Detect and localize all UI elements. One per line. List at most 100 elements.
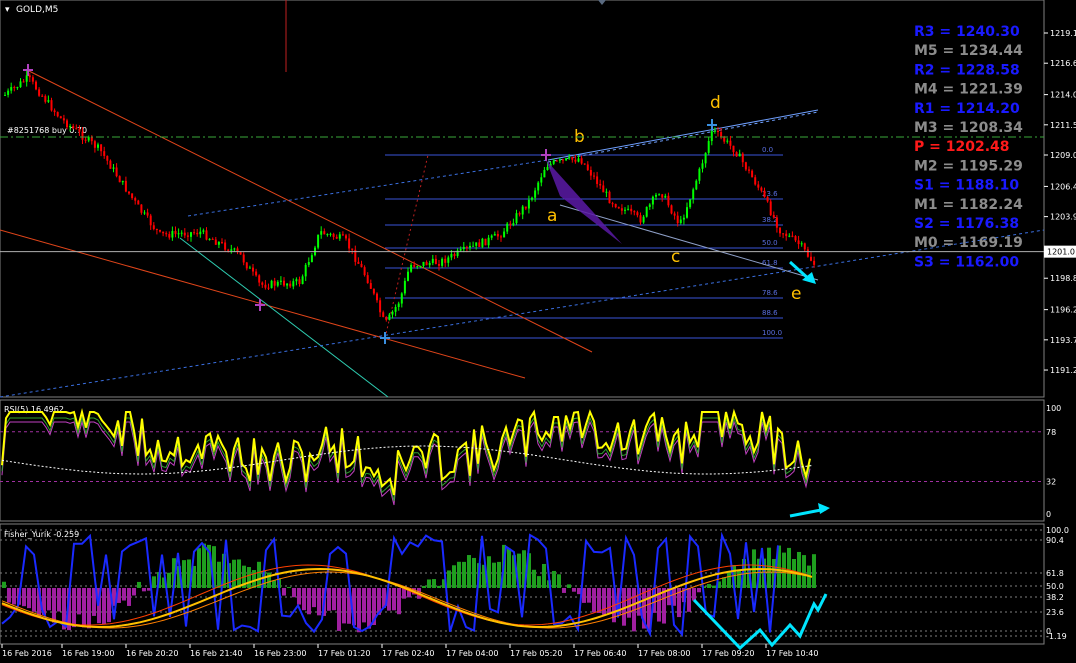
- candle-body: [41, 95, 44, 97]
- rsi-level-label: 100: [1046, 404, 1061, 413]
- fisher-hist-bar: [687, 588, 691, 612]
- trendline[interactable]: [547, 109, 819, 161]
- candle-body: [348, 238, 351, 249]
- candle-body: [190, 232, 192, 237]
- fisher-hist-bar: [337, 588, 341, 631]
- candle-body: [772, 215, 775, 218]
- candle-body: [62, 118, 65, 121]
- candle-body: [19, 81, 22, 88]
- fisher-level-label: 100.0: [1046, 526, 1069, 535]
- fisher-hist-bar: [787, 547, 791, 588]
- candle-body: [785, 233, 788, 237]
- candle-body: [16, 87, 19, 89]
- fisher-hist-bar: [52, 588, 56, 623]
- candle-body: [555, 160, 558, 162]
- candle-body: [134, 198, 137, 201]
- candle-body: [658, 194, 661, 196]
- candle-body: [624, 209, 626, 211]
- fisher-hist-bar: [552, 570, 556, 588]
- fisher-hist-bar: [737, 569, 741, 588]
- candle-body: [459, 249, 462, 251]
- price-tick-label: 1191.2: [1050, 366, 1076, 375]
- candle-body: [35, 81, 37, 90]
- time-tick-label: 16 Feb 23:00: [254, 649, 306, 658]
- candle-body: [152, 225, 155, 229]
- candle-body: [478, 242, 481, 247]
- candle-body: [403, 280, 406, 294]
- fisher-hist-bar: [237, 559, 241, 588]
- fisher-hist-bar: [422, 585, 426, 588]
- candle-body: [252, 267, 254, 272]
- candle-body: [13, 87, 16, 89]
- fisher-hist-bar: [532, 569, 536, 588]
- fisher-hist-bar: [467, 555, 471, 588]
- fisher-zigzag-arrow-icon: [692, 593, 828, 651]
- price-tick-label: 1203.9: [1050, 213, 1076, 222]
- trendline[interactable]: [559, 204, 819, 281]
- candle-body: [763, 190, 766, 198]
- trendline[interactable]: [0, 229, 1045, 398]
- candle-body: [791, 235, 794, 237]
- time-axis: 16 Feb 2016 16 Feb 19:00 16 Feb 20:20 16 Fe…: [1, 644, 818, 658]
- window-menu-icon[interactable]: ▾: [5, 5, 10, 15]
- candle-body: [664, 195, 667, 198]
- fisher-hist-bar: [427, 579, 431, 588]
- candle-body: [751, 170, 754, 178]
- pivot-label: M0 = 1169.19: [914, 235, 1023, 251]
- fisher-hist-bar: [332, 588, 336, 611]
- fisher-hist-bar: [197, 548, 201, 588]
- candle-body: [205, 230, 208, 240]
- candle-body: [283, 280, 285, 286]
- price-tick-label: 1219.1: [1050, 29, 1076, 38]
- rsi-level-label: 78: [1046, 428, 1056, 437]
- fisher-hist-bar: [497, 561, 501, 588]
- candle-body: [416, 266, 419, 268]
- trendline[interactable]: [384, 154, 429, 339]
- candle-body: [757, 184, 760, 188]
- fisher-hist-bar: [627, 588, 631, 618]
- candle-body: [813, 260, 816, 265]
- candle-body: [766, 197, 769, 202]
- candle-body: [103, 151, 106, 156]
- chart-canvas[interactable]: ▾ GOLD,M5 #8251768 buy 0.70 0.0 23.6 38.2 5…: [0, 0, 1076, 663]
- fisher-hist-bar: [317, 588, 321, 616]
- candle-body: [732, 145, 735, 153]
- fisher-hist-bar: [722, 577, 726, 588]
- fisher-hist-bar: [232, 559, 236, 588]
- candle-body: [580, 158, 583, 164]
- candle-body: [317, 234, 320, 248]
- candle-body: [676, 215, 679, 224]
- candle-body: [599, 183, 602, 186]
- time-tick-label: 16 Feb 2016: [2, 649, 52, 658]
- fisher-hist-bar: [457, 561, 461, 588]
- current-price-label: 1201.0: [1047, 248, 1075, 257]
- fisher-hist-bar: [247, 567, 251, 588]
- candle-body: [258, 275, 261, 283]
- candle-body: [199, 231, 202, 235]
- candle-body: [221, 241, 223, 243]
- candle-body: [382, 312, 385, 317]
- fisher-level-label: 38.2: [1046, 593, 1064, 602]
- trendline[interactable]: [179, 237, 389, 398]
- trendline[interactable]: [187, 159, 549, 217]
- candle-body: [611, 203, 614, 205]
- candle-body: [292, 281, 295, 287]
- candle-body: [84, 139, 87, 141]
- candle-body: [162, 231, 165, 234]
- candle-body: [146, 212, 149, 216]
- candle-body: [193, 232, 196, 234]
- candle-body: [438, 264, 440, 266]
- candle-body: [10, 87, 13, 91]
- candle-body: [741, 153, 744, 163]
- fisher-hist-bar: [292, 588, 296, 598]
- fibonacci-retracement[interactable]: 0.023.638.250.061.878.688.6100.0: [385, 146, 783, 339]
- candle-body: [782, 233, 785, 235]
- candle-body: [503, 231, 506, 238]
- candle-body: [72, 126, 75, 129]
- candle-body: [59, 116, 62, 119]
- candle-body: [289, 283, 292, 287]
- chart-shift-marker[interactable]: [598, 0, 606, 5]
- fib-level-label: 100.0: [762, 329, 782, 337]
- candle-body: [596, 176, 599, 184]
- trendline[interactable]: [26, 69, 593, 353]
